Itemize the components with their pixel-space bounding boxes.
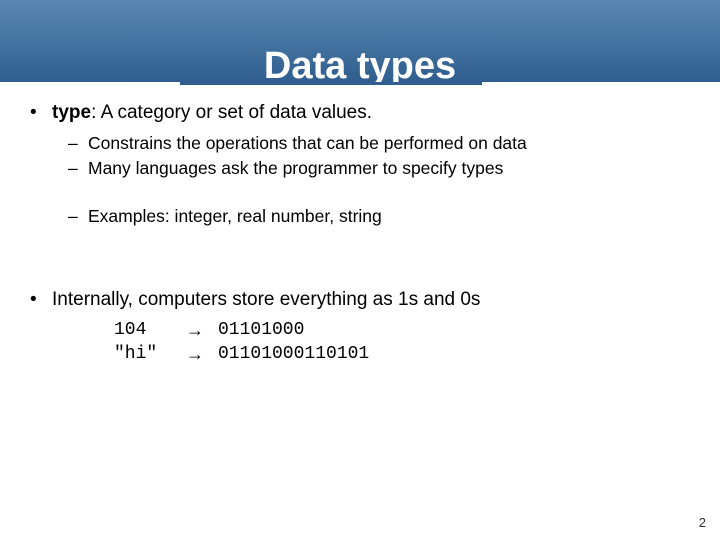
title-bar: Data types [0, 0, 720, 82]
code-val: 01101000 [218, 318, 304, 342]
sub-item: – Examples: integer, real number, string [68, 205, 690, 229]
code-row: 104 → 01101000 [114, 318, 690, 342]
code-val: 01101000110101 [218, 342, 369, 366]
page-number: 2 [699, 515, 706, 530]
code-key: 104 [114, 318, 186, 342]
title-underline [180, 82, 482, 85]
arrow-icon: → [186, 318, 218, 342]
sub-text: Many languages ask the programmer to spe… [88, 157, 503, 181]
sub-text: Constrains the operations that can be pe… [88, 132, 527, 156]
term: type [52, 102, 91, 123]
bullet-text: type: A category or set of data values. [52, 100, 372, 126]
bullet-text: Internally, computers store everything a… [52, 287, 480, 313]
sub-text: Examples: integer, real number, string [88, 205, 382, 229]
slide-body: • type: A category or set of data values… [0, 82, 720, 367]
dash-mark: – [68, 132, 88, 156]
dash-mark: – [68, 157, 88, 181]
arrow-icon: → [186, 342, 218, 366]
bullet-mark: • [30, 100, 52, 126]
dash-mark: – [68, 205, 88, 229]
sub-item: – Constrains the operations that can be … [68, 132, 690, 156]
code-row: "hi" → 01101000110101 [114, 342, 690, 366]
bullet-item: • type: A category or set of data values… [30, 100, 690, 126]
code-block: 104 → 01101000 "hi" → 01101000110101 [114, 318, 690, 367]
sub-item: – Many languages ask the programmer to s… [68, 157, 690, 181]
bullet-item: • Internally, computers store everything… [30, 287, 690, 313]
bullet-mark: • [30, 287, 52, 313]
code-key: "hi" [114, 342, 186, 366]
term-def: : A category or set of data values. [91, 102, 372, 123]
